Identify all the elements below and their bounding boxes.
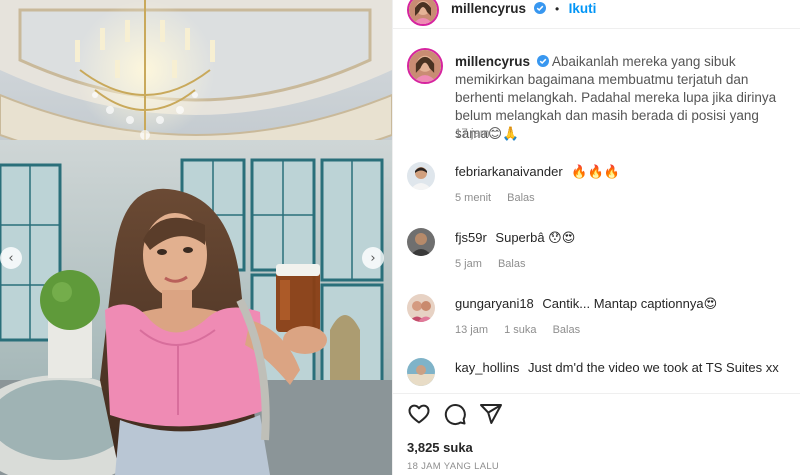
avatar[interactable] xyxy=(407,0,439,26)
share-icon[interactable] xyxy=(479,402,503,426)
comment-username[interactable]: kay_hollins xyxy=(455,360,519,375)
post-timestamp: 18 JAM YANG LALU xyxy=(407,461,500,472)
post-photo xyxy=(0,0,392,475)
commenter-avatar[interactable] xyxy=(407,162,435,190)
caption-avatar[interactable] xyxy=(407,48,443,84)
heart-icon[interactable] xyxy=(407,402,431,426)
comment-like-count[interactable]: 1 suka xyxy=(504,324,536,336)
comment-item: kay_hollins Just dm'd the video we took … xyxy=(407,356,797,386)
caption-time: 17 jam xyxy=(455,128,490,140)
post-header: millencyrus • Ikuti xyxy=(393,0,800,28)
chevron-right-icon[interactable]: › xyxy=(362,247,384,269)
commenter-avatar[interactable] xyxy=(407,358,435,386)
comment-icon[interactable] xyxy=(443,402,467,426)
commenter-avatar[interactable] xyxy=(407,228,435,256)
comment-text: Cantik... Mantap captionnya😍 xyxy=(542,296,718,311)
separator-dot: • xyxy=(554,2,560,16)
comment-time: 5 menit xyxy=(455,192,492,204)
comment-username[interactable]: febriarkanaivander xyxy=(455,164,563,179)
divider xyxy=(393,393,800,394)
comment-username[interactable]: gungaryani18 xyxy=(455,296,534,311)
reply-button[interactable]: Balas xyxy=(507,192,535,204)
comment-text: 🔥🔥🔥 xyxy=(571,164,620,179)
reply-button[interactable]: Balas xyxy=(498,258,526,270)
comment-item: fjs59r Superbâ 😯😍 5 jam Balas xyxy=(407,226,797,286)
post-author-username[interactable]: millencyrus xyxy=(451,1,526,16)
comment-username[interactable]: fjs59r xyxy=(455,230,487,245)
comment-text: Superbâ 😯😍 xyxy=(495,230,576,245)
follow-button[interactable]: Ikuti xyxy=(569,1,597,16)
post-detail-panel: millencyrus • Ikuti millencyrus Abaikanl… xyxy=(392,0,800,475)
caption-username[interactable]: millencyrus xyxy=(455,54,530,69)
verified-badge-icon xyxy=(533,2,546,14)
chevron-left-icon[interactable]: ‹ xyxy=(0,247,22,269)
caption: millencyrus Abaikanlah mereka yang sibuk… xyxy=(455,53,790,143)
comment-item: gungaryani18 Cantik... Mantap captionnya… xyxy=(407,292,797,352)
comment-item: febriarkanaivander 🔥🔥🔥 5 menit Balas xyxy=(407,160,797,220)
commenter-avatar[interactable] xyxy=(407,294,435,322)
reply-button[interactable]: Balas xyxy=(553,324,581,336)
verified-badge-icon xyxy=(536,55,549,67)
like-count[interactable]: 3,825 suka xyxy=(407,440,473,455)
comment-time: 13 jam xyxy=(455,324,489,336)
comment-text: Just dm'd the video we took at TS Suites… xyxy=(527,360,779,375)
divider xyxy=(393,28,800,29)
comment-time: 5 jam xyxy=(455,258,482,270)
post-image[interactable]: ‹ › xyxy=(0,0,392,475)
post-actions xyxy=(407,402,503,426)
